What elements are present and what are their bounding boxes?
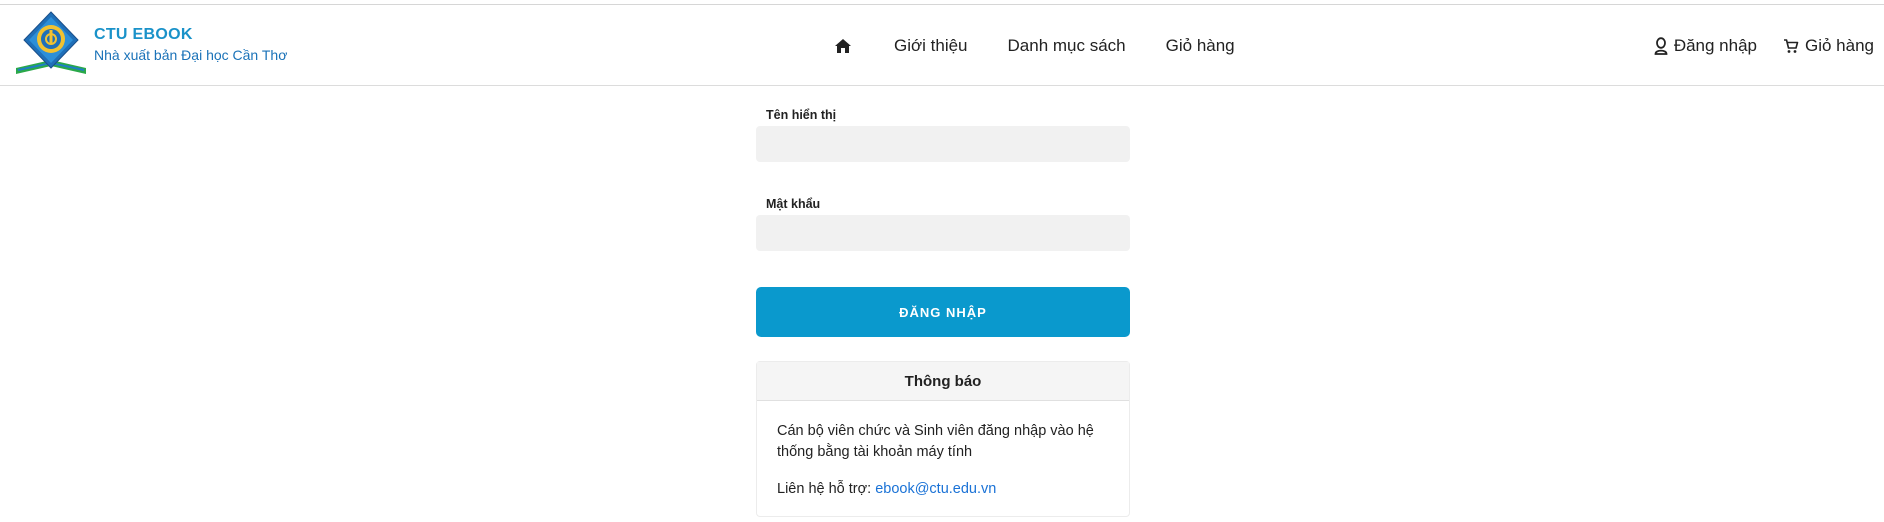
support-prefix: Liên hệ hỗ trợ:: [777, 481, 872, 497]
cart-icon: [1784, 39, 1799, 53]
cart-link[interactable]: Giỏ hàng: [1783, 36, 1874, 56]
notice-message: Cán bộ viên chức và Sinh viên đăng nhập …: [777, 423, 1094, 460]
top-border: [0, 0, 1884, 5]
login-button[interactable]: ĐĂNG NHẬP: [756, 287, 1130, 337]
nav-book-catalog[interactable]: Danh mục sách: [1008, 36, 1126, 56]
login-link[interactable]: Đăng nhập: [1654, 36, 1757, 56]
user-icon: [1654, 37, 1668, 55]
password-label: Mật khẩu: [766, 197, 821, 211]
password-input[interactable]: [756, 215, 1130, 251]
username-input[interactable]: [756, 126, 1130, 162]
user-nav: Đăng nhập Giỏ hàng: [1628, 6, 1874, 86]
username-label: Tên hiển thị: [766, 108, 837, 122]
login-form: Tên hiển thị Mật khẩu ĐĂNG NHẬP Thông bá…: [756, 108, 1130, 517]
password-field-group: Mật khẩu: [756, 197, 1130, 251]
notice-panel: Thông báo Cán bộ viên chức và Sinh viên …: [756, 361, 1130, 517]
username-field-group: Tên hiển thị: [756, 108, 1130, 162]
nav-about[interactable]: Giới thiệu: [894, 36, 968, 56]
support-email-link[interactable]: ebook@ctu.edu.vn: [875, 481, 996, 497]
notice-body: Cán bộ viên chức và Sinh viên đăng nhập …: [757, 401, 1129, 516]
ctu-logo: [16, 11, 86, 74]
site-header: CTU EBOOK Nhà xuất bản Đại học Cần Thơ G…: [0, 6, 1884, 86]
home-icon[interactable]: [834, 36, 854, 56]
login-label: Đăng nhập: [1673, 36, 1757, 55]
brand-subtitle: Nhà xuất bản Đại học Cần Thơ: [94, 46, 288, 63]
brand-title: CTU EBOOK: [94, 25, 193, 43]
brand[interactable]: CTU EBOOK Nhà xuất bản Đại học Cần Thơ: [14, 10, 287, 82]
nav-cart[interactable]: Giỏ hàng: [1166, 36, 1235, 56]
support-line: Liên hệ hỗ trợ: ebook@ctu.edu.vn: [777, 479, 1109, 500]
main-nav: Giới thiệu Danh mục sách Giỏ hàng: [834, 6, 1275, 86]
cart-label: Giỏ hàng: [1805, 36, 1874, 55]
notice-title: Thông báo: [757, 362, 1129, 401]
